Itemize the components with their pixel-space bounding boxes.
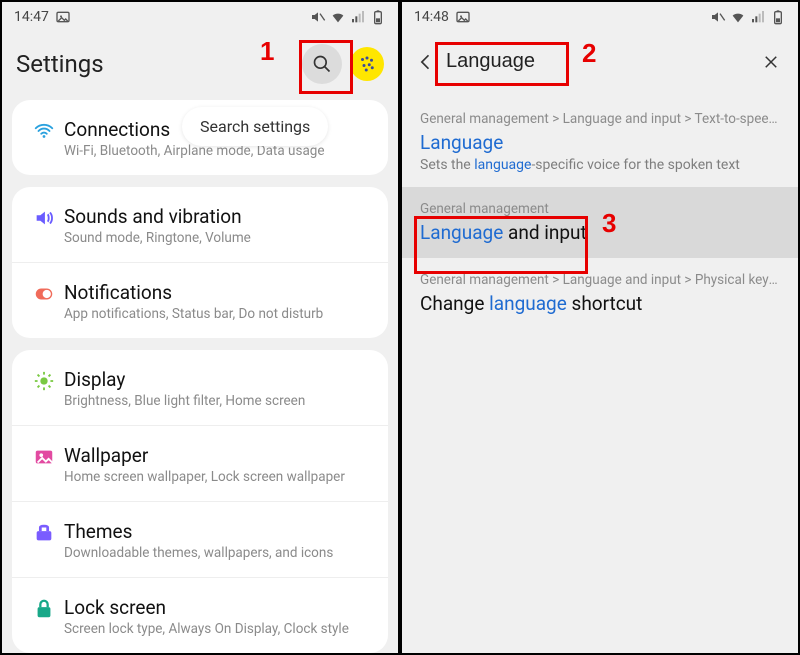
settings-group: Display Brightness, Blue light filter, Ho… <box>12 350 388 653</box>
item-title: Wallpaper <box>64 444 345 467</box>
mute-icon <box>710 9 726 25</box>
result-breadcrumb: General management > Language and input … <box>420 272 780 288</box>
settings-item-lock[interactable]: Lock screen Screen lock type, Always On D… <box>12 577 388 653</box>
notif-icon <box>24 281 64 305</box>
settings-item-sound[interactable]: Sounds and vibration Sound mode, Ringtone… <box>12 187 388 262</box>
wallpaper-icon <box>24 444 64 468</box>
clear-button[interactable] <box>754 45 788 79</box>
item-subtitle: Home screen wallpaper, Lock screen wallp… <box>64 469 345 485</box>
item-subtitle: Downloadable themes, wallpapers, and ico… <box>64 545 333 561</box>
settings-item-wallpaper[interactable]: Wallpaper Home screen wallpaper, Lock scr… <box>12 425 388 501</box>
settings-screen: 14:47 Settings Search settings Connectio… <box>2 2 398 653</box>
bixby-button[interactable] <box>350 47 384 81</box>
result-breadcrumb: General management <box>420 201 780 217</box>
settings-item-themes[interactable]: Themes Downloadable themes, wallpapers, a… <box>12 501 388 577</box>
search-screen: 14:48 General management > Language and … <box>402 2 798 653</box>
item-subtitle: Screen lock type, Always On Display, Clo… <box>64 621 349 637</box>
annotation-box-1 <box>299 40 353 94</box>
wifi-icon <box>24 118 64 142</box>
battery-icon <box>770 9 786 25</box>
status-bar: 14:48 <box>402 2 798 32</box>
signal-icon <box>750 9 766 25</box>
annotation-box-2 <box>435 42 569 86</box>
display-icon <box>24 368 64 392</box>
search-results: General management > Language and input … <box>402 97 798 329</box>
bixby-icon <box>358 55 376 73</box>
mute-icon <box>310 9 326 25</box>
lock-icon <box>24 596 64 620</box>
item-title: Display <box>64 368 305 391</box>
item-title: Themes <box>64 520 333 543</box>
annotation-number-2: 2 <box>582 38 596 69</box>
wifi-icon <box>730 9 746 25</box>
result-title: Change language shortcut <box>420 292 780 315</box>
page-title: Settings <box>16 50 104 78</box>
status-bar: 14:47 <box>2 2 398 32</box>
settings-item-notif[interactable]: Notifications App notifications, Status b… <box>12 262 388 338</box>
image-icon <box>55 9 71 25</box>
status-time: 14:47 <box>14 9 49 25</box>
close-icon <box>762 53 780 71</box>
search-result[interactable]: General management > Language and input … <box>402 97 798 187</box>
themes-icon <box>24 520 64 544</box>
item-subtitle: App notifications, Status bar, Do not di… <box>64 306 323 322</box>
annotation-number-1: 1 <box>260 36 274 67</box>
item-title: Notifications <box>64 281 323 304</box>
status-time: 14:48 <box>414 9 449 25</box>
battery-icon <box>370 9 386 25</box>
settings-item-display[interactable]: Display Brightness, Blue light filter, Ho… <box>12 350 388 425</box>
search-tooltip: Search settings <box>182 107 328 146</box>
item-subtitle: Sound mode, Ringtone, Volume <box>64 230 251 246</box>
item-title: Lock screen <box>64 596 349 619</box>
annotation-box-3 <box>414 216 588 274</box>
signal-icon <box>350 9 366 25</box>
result-description: Sets the language-specific voice for the… <box>420 157 780 173</box>
settings-group: Sounds and vibration Sound mode, Ringtone… <box>12 187 388 338</box>
image-icon <box>455 9 471 25</box>
chevron-left-icon <box>416 52 436 72</box>
result-title: Language <box>420 131 780 154</box>
result-breadcrumb: General management > Language and input … <box>420 111 780 127</box>
item-subtitle: Brightness, Blue light filter, Home scre… <box>64 393 305 409</box>
wifi-icon <box>330 9 346 25</box>
settings-list: ConnectionsWi-Fi, Bluetooth, Airplane mo… <box>2 100 398 653</box>
annotation-number-3: 3 <box>602 208 616 239</box>
sound-icon <box>24 205 64 229</box>
item-title: Sounds and vibration <box>64 205 251 228</box>
